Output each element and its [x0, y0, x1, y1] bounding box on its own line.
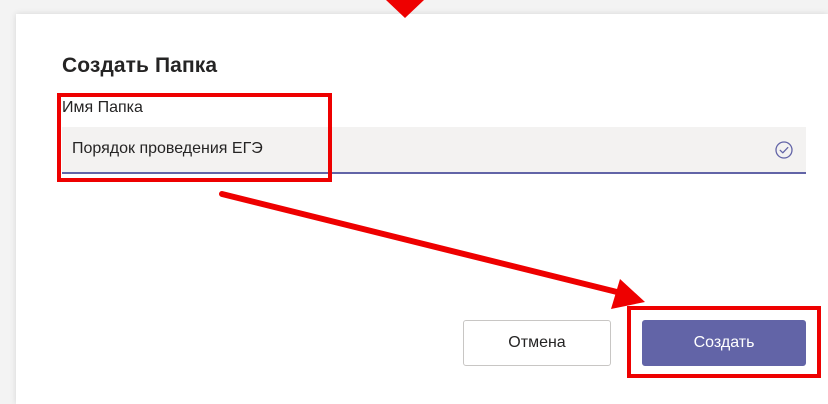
check-circle-icon	[775, 141, 793, 159]
dialog-title: Создать Папка	[62, 54, 218, 77]
cancel-button[interactable]: Отмена	[463, 320, 611, 366]
create-button[interactable]: Создать	[642, 320, 806, 366]
folder-name-value[interactable]: Порядок проведения ЕГЭ	[72, 140, 263, 158]
folder-name-input[interactable]: Порядок проведения ЕГЭ	[62, 127, 806, 174]
folder-name-label: Имя Папка	[62, 99, 143, 116]
screenshot-stage: Создать Папка Имя Папка Порядок проведен…	[0, 0, 828, 404]
